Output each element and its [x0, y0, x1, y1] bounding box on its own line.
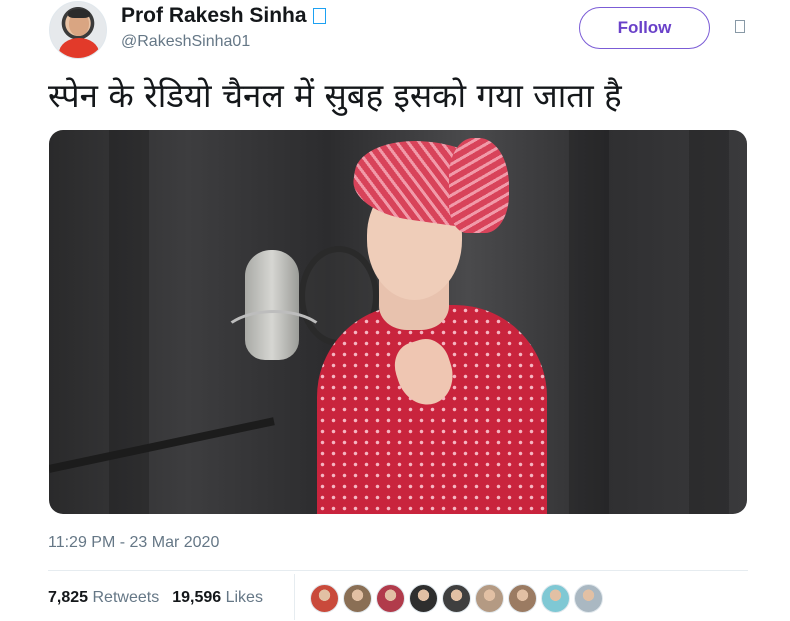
- mic-arm: [49, 417, 275, 473]
- backdrop-fold: [569, 130, 609, 514]
- follow-button[interactable]: Follow: [579, 7, 710, 49]
- avatar-shirt: [59, 38, 99, 58]
- liker-avatar[interactable]: [442, 584, 471, 613]
- likes-count: 19,596: [172, 589, 222, 606]
- liker-avatars: [310, 584, 603, 613]
- mic-mount: [219, 310, 329, 370]
- verified-badge-icon: [312, 8, 326, 24]
- head-wrap-bow: [449, 138, 509, 233]
- singer-dress: [317, 305, 547, 514]
- author-avatar[interactable]: [49, 1, 107, 59]
- chevron-down-icon[interactable]: [735, 20, 745, 33]
- engagement-stats: 7,825 Retweets 19,596 Likes: [48, 589, 263, 607]
- avatar-hair: [68, 9, 90, 18]
- liker-avatar[interactable]: [343, 584, 372, 613]
- liker-avatar[interactable]: [310, 584, 339, 613]
- liker-avatar[interactable]: [376, 584, 405, 613]
- author-handle[interactable]: @RakeshSinha01: [121, 33, 250, 51]
- retweets-count: 7,825: [48, 589, 89, 606]
- retweets-label: Retweets: [92, 589, 160, 606]
- liker-avatar[interactable]: [574, 584, 603, 613]
- tweet-video[interactable]: [49, 130, 747, 514]
- retweets-stat[interactable]: 7,825 Retweets: [48, 589, 159, 607]
- tweet-text: स्पेन के रेडियो चैनल में सुबह इसको गया ज…: [48, 76, 622, 115]
- tweet-timestamp[interactable]: 11:29 PM - 23 Mar 2020: [48, 534, 219, 552]
- backdrop-fold: [689, 130, 729, 514]
- likes-label: Likes: [225, 589, 263, 606]
- liker-avatar[interactable]: [409, 584, 438, 613]
- liker-avatar[interactable]: [508, 584, 537, 613]
- author-name-text[interactable]: Prof Rakesh Sinha: [121, 4, 307, 27]
- liker-avatar[interactable]: [475, 584, 504, 613]
- liker-avatar[interactable]: [541, 584, 570, 613]
- divider: [48, 570, 748, 571]
- author-name[interactable]: Prof Rakesh Sinha: [121, 4, 326, 28]
- stats-divider: [294, 574, 295, 620]
- likes-stat[interactable]: 19,596 Likes: [172, 589, 263, 607]
